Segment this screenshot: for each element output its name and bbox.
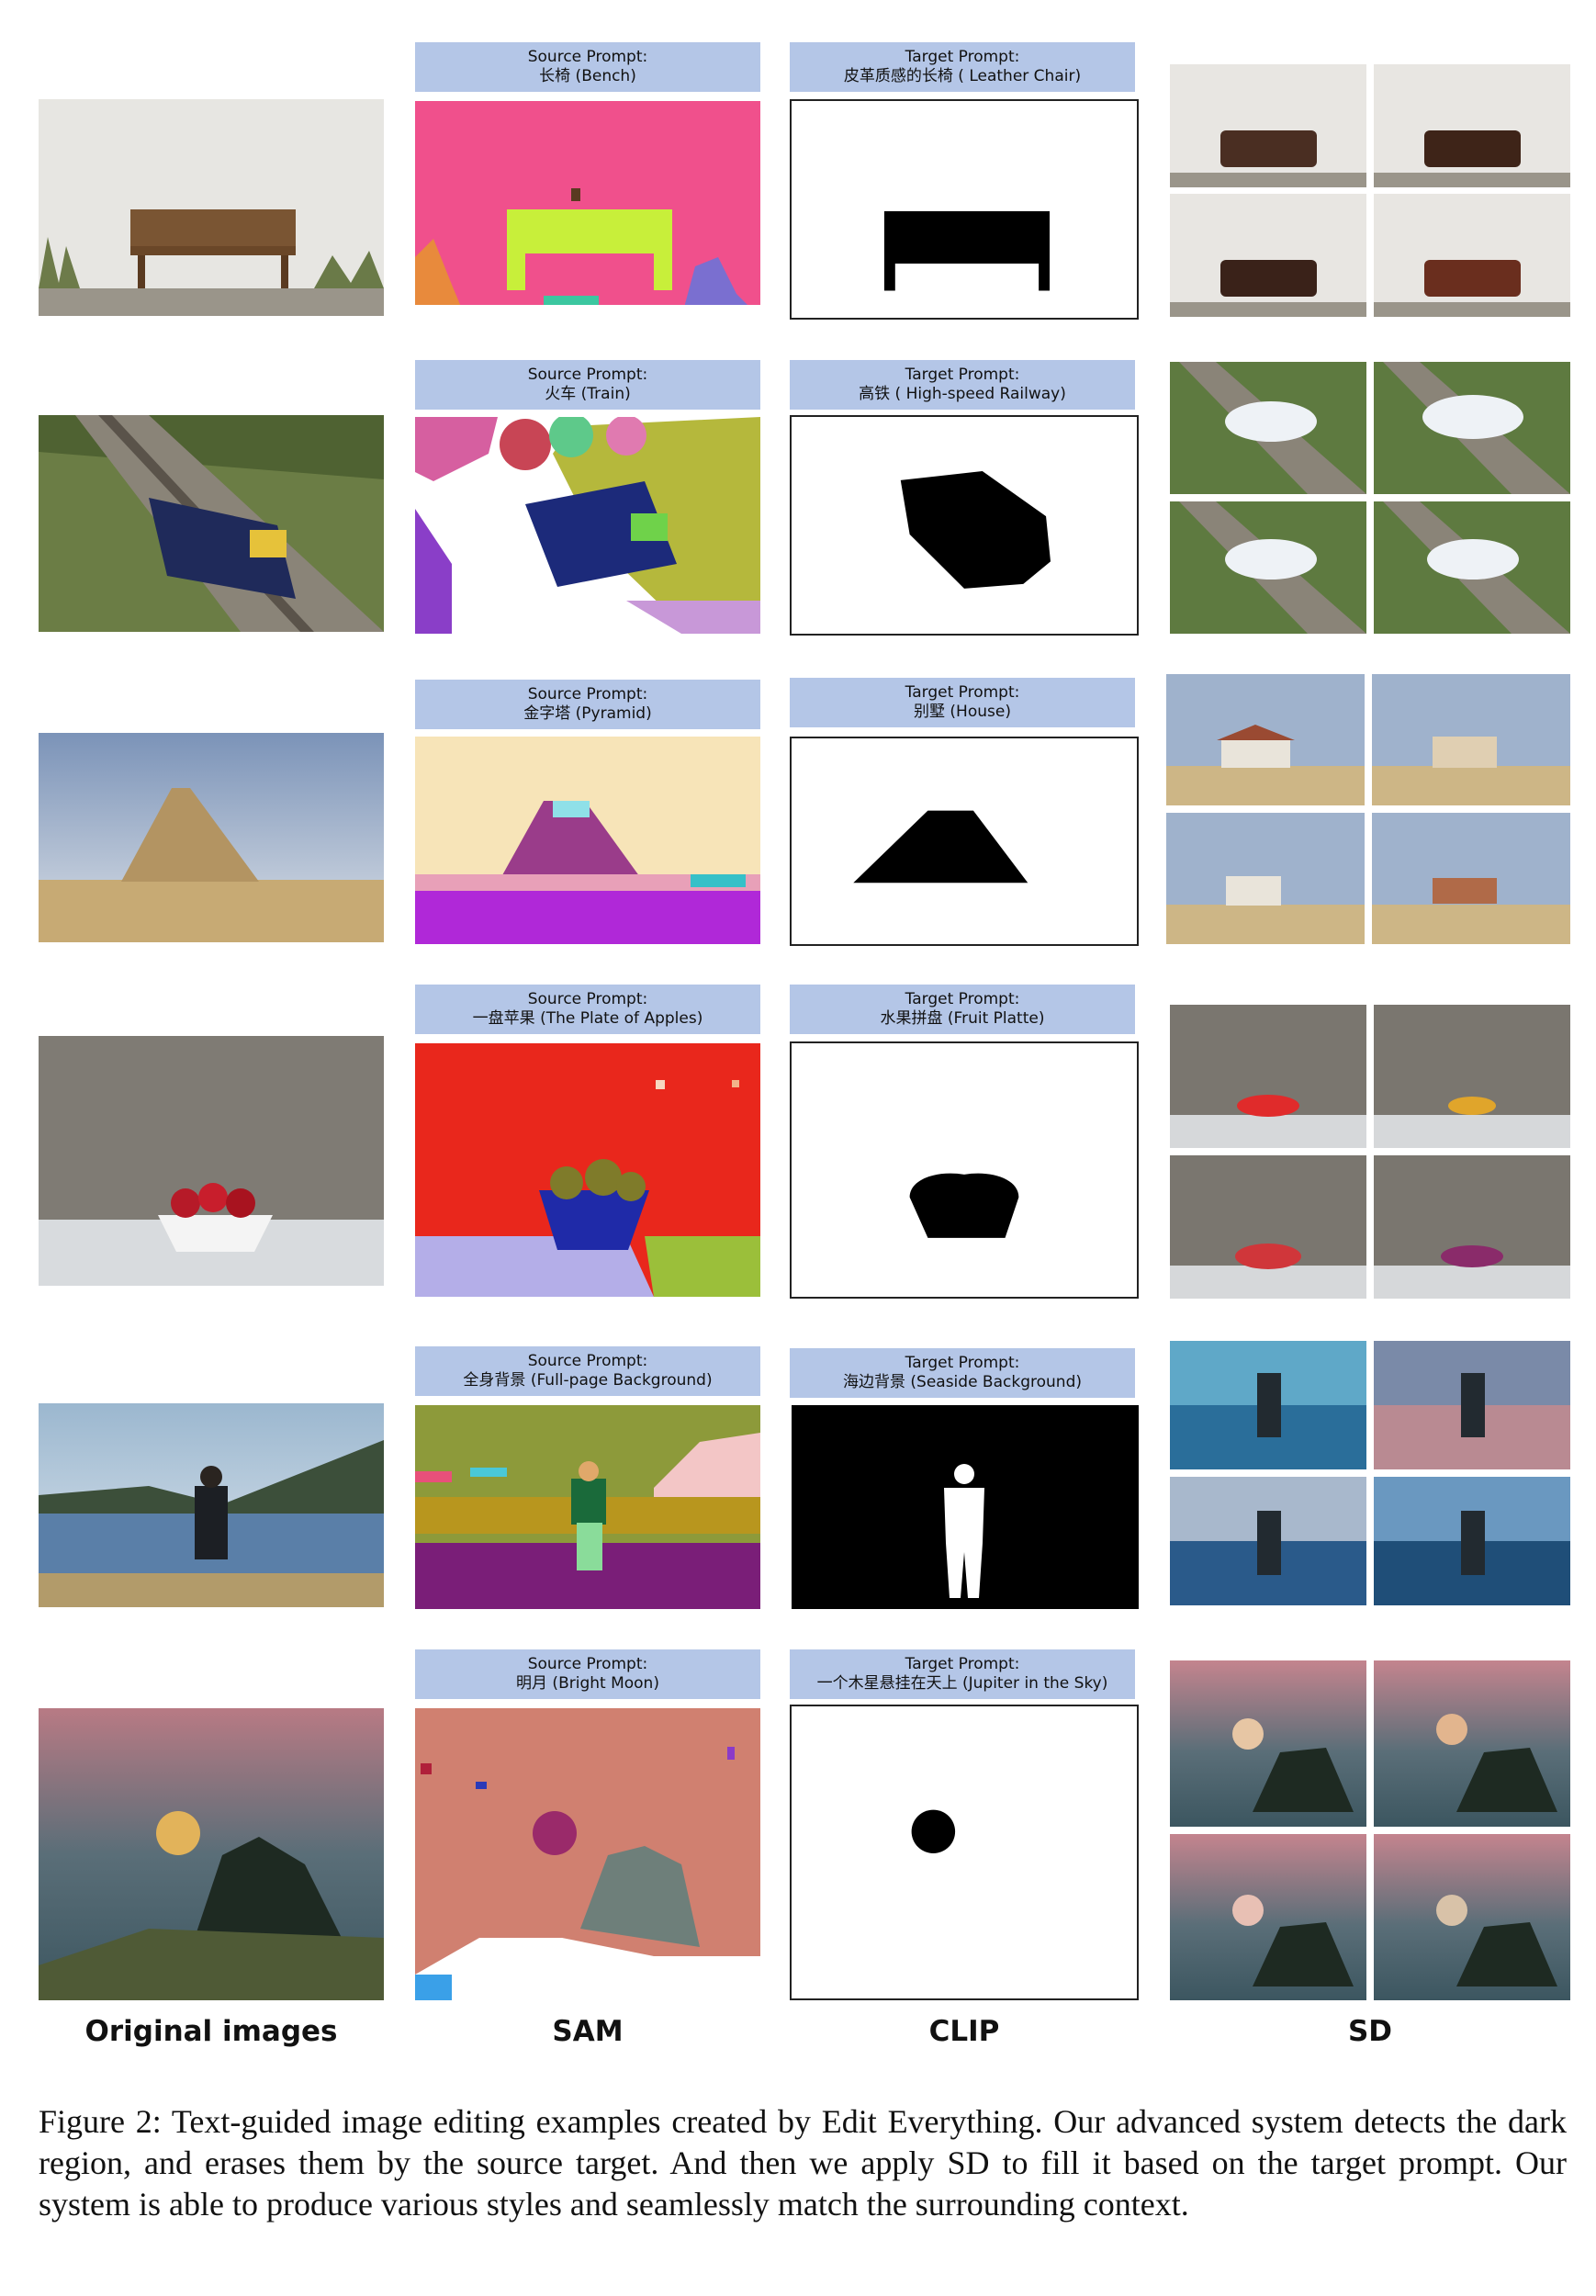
- target-prompt-moon: Target Prompt: 一个木星悬挂在天上 (Jupiter in the…: [790, 1649, 1135, 1699]
- sam-segmentation-moon: [415, 1708, 760, 2000]
- source-prompt-background: Source Prompt: 全身背景 (Full-page Backgroun…: [415, 1346, 760, 1396]
- target-prompt-text: 一个木星悬挂在天上 (Jupiter in the Sky): [816, 1674, 1108, 1693]
- sam-segmentation-bench: [415, 101, 760, 318]
- source-prompt-label: Source Prompt:: [527, 48, 648, 66]
- source-prompt-pyramid: Source Prompt: 金字塔 (Pyramid): [415, 680, 760, 729]
- clip-mask-moon: [790, 1705, 1139, 2000]
- clip-mask-bench: [790, 99, 1139, 320]
- target-prompt-text: 高铁 ( High-speed Railway): [859, 385, 1066, 403]
- sd-results-bench: [1170, 64, 1570, 317]
- clip-mask-apples: [790, 1041, 1139, 1299]
- clip-mask-background: [792, 1405, 1139, 1609]
- target-prompt-apples: Target Prompt: 水果拼盘 (Fruit Platte): [790, 985, 1135, 1034]
- clip-mask-pyramid: [790, 737, 1139, 946]
- figure-caption: Figure 2: Text-guided image editing exam…: [39, 2103, 1567, 2223]
- source-prompt-text: 火车 (Train): [545, 385, 631, 403]
- original-image-moon: [39, 1708, 384, 2000]
- target-prompt-text: 别墅 (House): [914, 703, 1011, 721]
- source-prompt-label: Source Prompt:: [527, 990, 648, 1008]
- sam-segmentation-train: [415, 417, 760, 634]
- source-prompt-text: 金字塔 (Pyramid): [523, 704, 652, 723]
- source-prompt-label: Source Prompt:: [527, 685, 648, 703]
- sam-segmentation-apples: [415, 1043, 760, 1297]
- target-prompt-label: Target Prompt:: [905, 1354, 1020, 1372]
- source-prompt-bench: Source Prompt: 长椅 (Bench): [415, 42, 760, 92]
- target-prompt-label: Target Prompt:: [905, 48, 1020, 66]
- target-prompt-train: Target Prompt: 高铁 ( High-speed Railway): [790, 360, 1135, 410]
- column-label-sam: SAM: [552, 2015, 624, 2048]
- source-prompt-text: 明月 (Bright Moon): [516, 1674, 659, 1693]
- sd-results-apples: [1170, 1005, 1570, 1299]
- original-image-man-lake: [39, 1403, 384, 1607]
- sam-segmentation-pyramid: [415, 737, 760, 944]
- target-prompt-label: Target Prompt:: [905, 990, 1020, 1008]
- original-image-bench: [39, 99, 384, 316]
- source-prompt-label: Source Prompt:: [527, 1655, 648, 1673]
- target-prompt-pyramid: Target Prompt: 别墅 (House): [790, 678, 1135, 727]
- target-prompt-background: Target Prompt: 海边背景 (Seaside Background): [790, 1348, 1135, 1398]
- target-prompt-bench: Target Prompt: 皮革质感的长椅 ( Leather Chair): [790, 42, 1135, 92]
- target-prompt-label: Target Prompt:: [905, 366, 1020, 384]
- source-prompt-text: 全身背景 (Full-page Background): [463, 1371, 713, 1390]
- column-label-original: Original images: [84, 2015, 338, 2048]
- target-prompt-label: Target Prompt:: [905, 1655, 1020, 1673]
- source-prompt-text: 一盘苹果 (The Plate of Apples): [472, 1009, 703, 1028]
- source-prompt-train: Source Prompt: 火车 (Train): [415, 360, 760, 410]
- clip-mask-train: [790, 415, 1139, 636]
- column-label-sd: SD: [1347, 2015, 1393, 2048]
- source-prompt-apples: Source Prompt: 一盘苹果 (The Plate of Apples…: [415, 985, 760, 1034]
- sd-results-pyramid: [1166, 674, 1570, 944]
- sd-results-moon: [1170, 1660, 1570, 2000]
- original-image-apples: [39, 1036, 384, 1286]
- sd-results-background: [1170, 1341, 1570, 1605]
- source-prompt-text: 长椅 (Bench): [539, 67, 636, 85]
- source-prompt-label: Source Prompt:: [527, 366, 648, 384]
- source-prompt-moon: Source Prompt: 明月 (Bright Moon): [415, 1649, 760, 1699]
- original-image-train: [39, 415, 384, 632]
- column-label-clip: CLIP: [928, 2015, 1000, 2048]
- target-prompt-text: 海边背景 (Seaside Background): [843, 1373, 1082, 1391]
- sd-results-train: [1170, 362, 1570, 634]
- source-prompt-label: Source Prompt:: [527, 1352, 648, 1370]
- original-image-pyramid: [39, 733, 384, 942]
- target-prompt-text: 水果拼盘 (Fruit Platte): [880, 1009, 1045, 1028]
- target-prompt-label: Target Prompt:: [905, 683, 1020, 702]
- sam-segmentation-man-lake: [415, 1405, 760, 1609]
- target-prompt-text: 皮革质感的长椅 ( Leather Chair): [843, 67, 1082, 85]
